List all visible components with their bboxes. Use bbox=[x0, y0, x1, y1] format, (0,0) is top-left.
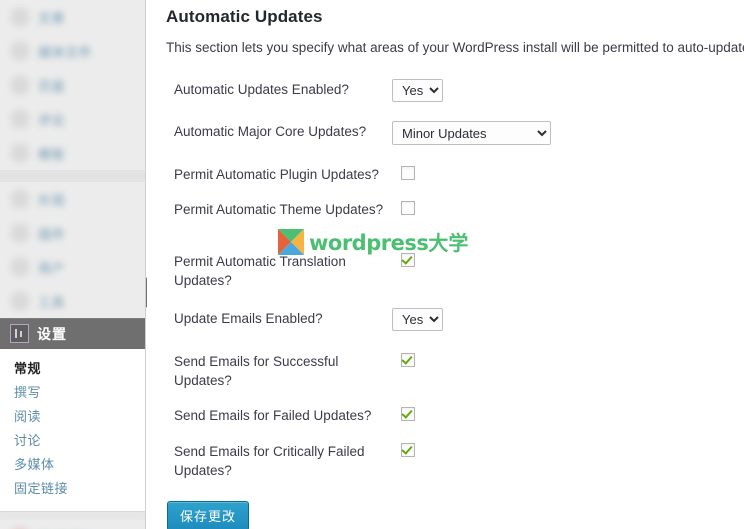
field-label: Update Emails Enabled? bbox=[174, 311, 323, 326]
field-label: Send Emails for Failed Updates? bbox=[174, 408, 372, 423]
sidebar-item-label: 媒体文件 bbox=[38, 44, 93, 60]
field-row-permit-automatic-theme-updates: Permit Automatic Theme Updates? bbox=[174, 199, 734, 220]
sidebar-item-appearance[interactable]: 外观 bbox=[0, 182, 145, 216]
submenu-item-general[interactable]: 常规 bbox=[0, 357, 145, 381]
tools-icon bbox=[10, 291, 30, 311]
sidebar-item-tools[interactable]: 工具 bbox=[0, 284, 145, 318]
field-control: Yes bbox=[392, 79, 443, 102]
sidebar-item-settings[interactable]: 设置 bbox=[0, 318, 145, 349]
sidebar-group-top: 文章 媒体文件 页面 评论 模板 bbox=[0, 0, 145, 170]
automatic-updates-enabled-select[interactable]: Yes bbox=[392, 79, 443, 102]
media-icon bbox=[10, 41, 30, 61]
settings-gear-icon bbox=[10, 324, 29, 343]
field-control bbox=[392, 251, 415, 272]
sidebar-group-bottom: CodeStar 收起菜单 bbox=[0, 520, 145, 529]
field-control bbox=[392, 199, 415, 220]
sidebar-item-users[interactable]: 用户 bbox=[0, 250, 145, 284]
permit-automatic-translation-updates-checkbox[interactable] bbox=[401, 253, 415, 267]
appearance-icon bbox=[10, 189, 30, 209]
submenu-item-writing[interactable]: 撰写 bbox=[0, 381, 145, 405]
sidebar-item-pages[interactable]: 页面 bbox=[0, 68, 145, 102]
comment-icon bbox=[10, 109, 30, 129]
automatic-major-core-updates-select[interactable]: Minor Updates bbox=[392, 121, 551, 145]
template-icon bbox=[10, 143, 30, 163]
field-row-automatic-updates-enabled: Automatic Updates Enabled? Yes bbox=[174, 79, 734, 102]
field-control bbox=[392, 164, 415, 185]
save-changes-button[interactable]: 保存更改 bbox=[167, 501, 250, 529]
send-emails-critically-failed-updates-checkbox[interactable] bbox=[401, 443, 415, 457]
admin-sidebar: 文章 媒体文件 页面 评论 模板 外观 插件 用户 工具 设置 常规 撰写 阅读… bbox=[0, 0, 146, 529]
page-title: Automatic Updates bbox=[166, 7, 323, 26]
sidebar-item-label: 评论 bbox=[38, 112, 66, 128]
sidebar-item-posts[interactable]: 文章 bbox=[0, 0, 145, 34]
send-emails-successful-updates-checkbox[interactable] bbox=[401, 353, 415, 367]
plugin-icon bbox=[10, 223, 30, 243]
submenu-item-media[interactable]: 多媒体 bbox=[0, 453, 145, 477]
submenu-item-permalinks[interactable]: 固定链接 bbox=[0, 477, 145, 501]
sidebar-item-label: 模板 bbox=[38, 146, 66, 162]
field-control: Minor Updates bbox=[392, 121, 551, 145]
sidebar-item-label: 用户 bbox=[38, 260, 66, 276]
sidebar-item-label: 插件 bbox=[38, 226, 66, 242]
sidebar-divider-bottom bbox=[0, 511, 145, 520]
sidebar-item-label: 外观 bbox=[38, 192, 66, 208]
field-label: Permit Automatic Theme Updates? bbox=[174, 202, 384, 217]
field-row-send-emails-successful-updates: Send Emails for Successful Updates? bbox=[174, 351, 734, 390]
submenu-item-discussion[interactable]: 讨论 bbox=[0, 429, 145, 453]
sidebar-item-label: 设置 bbox=[37, 325, 67, 342]
sidebar-item-label: 页面 bbox=[38, 78, 66, 94]
submenu-item-reading[interactable]: 阅读 bbox=[0, 405, 145, 429]
field-label: Automatic Updates Enabled? bbox=[174, 82, 349, 97]
sidebar-item-media[interactable]: 媒体文件 bbox=[0, 34, 145, 68]
field-row-permit-automatic-translation-updates: Permit Automatic Translation Updates? bbox=[174, 251, 734, 290]
field-label: Automatic Major Core Updates? bbox=[174, 124, 367, 139]
field-row-update-emails-enabled: Update Emails Enabled? Yes bbox=[174, 308, 734, 331]
field-label: Send Emails for Successful Updates? bbox=[174, 354, 339, 388]
pin-icon bbox=[10, 7, 30, 27]
update-emails-enabled-select[interactable]: Yes bbox=[392, 308, 443, 331]
permit-automatic-plugin-updates-checkbox[interactable] bbox=[401, 166, 415, 180]
sidebar-item-label: 工具 bbox=[38, 294, 66, 310]
send-emails-failed-updates-checkbox[interactable] bbox=[401, 407, 415, 421]
sidebar-item-codestar[interactable]: CodeStar bbox=[0, 520, 145, 529]
settings-submenu: 常规 撰写 阅读 讨论 多媒体 固定链接 bbox=[0, 349, 145, 511]
field-row-send-emails-critically-failed-updates: Send Emails for Critically Failed Update… bbox=[174, 441, 734, 480]
sidebar-item-templates[interactable]: 模板 bbox=[0, 136, 145, 170]
users-icon bbox=[10, 257, 30, 277]
field-label: Send Emails for Critically Failed Update… bbox=[174, 444, 365, 478]
field-label: Permit Automatic Translation Updates? bbox=[174, 254, 346, 288]
sidebar-group-middle: 外观 插件 用户 工具 bbox=[0, 182, 145, 318]
field-label: Permit Automatic Plugin Updates? bbox=[174, 167, 379, 182]
sidebar-item-comments[interactable]: 评论 bbox=[0, 102, 145, 136]
field-control bbox=[392, 405, 415, 426]
permit-automatic-theme-updates-checkbox[interactable] bbox=[401, 201, 415, 215]
field-control bbox=[392, 441, 415, 462]
page-icon bbox=[10, 75, 30, 95]
sidebar-item-label: 文章 bbox=[38, 10, 66, 26]
sidebar-divider bbox=[0, 170, 145, 182]
sidebar-item-plugins[interactable]: 插件 bbox=[0, 216, 145, 250]
field-control bbox=[392, 351, 415, 372]
field-control: Yes bbox=[392, 308, 443, 331]
wordpress-admin-screen: 文章 媒体文件 页面 评论 模板 外观 插件 用户 工具 设置 常规 撰写 阅读… bbox=[0, 0, 744, 529]
field-row-send-emails-failed-updates: Send Emails for Failed Updates? bbox=[174, 405, 734, 426]
page-description: This section lets you specify what areas… bbox=[166, 40, 744, 55]
settings-content-panel: Automatic Updates This section lets you … bbox=[147, 0, 744, 529]
field-row-permit-automatic-plugin-updates: Permit Automatic Plugin Updates? bbox=[174, 164, 734, 185]
field-row-automatic-major-core-updates: Automatic Major Core Updates? Minor Upda… bbox=[174, 121, 734, 145]
